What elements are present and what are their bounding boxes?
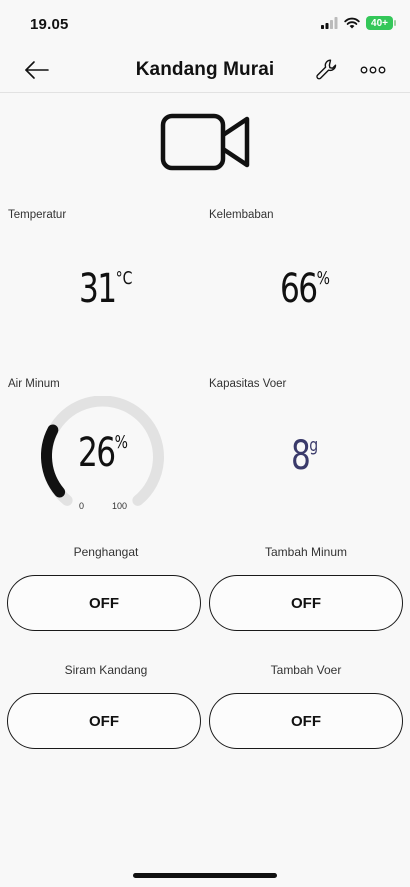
water-unit: % bbox=[114, 432, 128, 453]
gauge-max-label: 100 bbox=[112, 501, 128, 511]
water-value: 26% bbox=[78, 430, 128, 476]
humidity-number: 66 bbox=[280, 266, 318, 312]
control-label-tambah-minum: Tambah Minum bbox=[264, 545, 348, 559]
temperature-number: 31 bbox=[79, 266, 117, 312]
control-label-tambah-voer: Tambah Voer bbox=[270, 663, 342, 677]
control-label-siram-kandang: Siram Kandang bbox=[64, 663, 148, 677]
wifi-icon bbox=[344, 17, 360, 29]
control-label-penghangat: Penghangat bbox=[73, 545, 139, 559]
page-title: Kandang Murai bbox=[135, 59, 275, 80]
gauge-min-label: 0 bbox=[79, 501, 85, 511]
status-time: 19.05 bbox=[30, 16, 69, 33]
humidity-label: Kelembaban bbox=[209, 209, 274, 221]
penghangat-toggle-button[interactable]: OFF bbox=[7, 575, 201, 631]
humidity-unit: % bbox=[316, 268, 330, 289]
more-dots-icon[interactable] bbox=[359, 61, 387, 79]
signal-icon bbox=[321, 17, 338, 29]
home-indicator bbox=[133, 873, 277, 878]
tambah-minum-toggle-button[interactable]: OFF bbox=[209, 575, 403, 631]
battery-icon: 40+ bbox=[366, 16, 396, 30]
water-number: 26 bbox=[78, 430, 116, 476]
temperature-label: Temperatur bbox=[8, 209, 67, 221]
siram-kandang-toggle-button[interactable]: OFF bbox=[7, 693, 201, 749]
humidity-value: 66% bbox=[280, 266, 330, 312]
feed-value: 8g bbox=[291, 433, 318, 479]
feed-number: 8 bbox=[291, 433, 311, 479]
status-icons: 40+ bbox=[321, 16, 396, 30]
feed-label: Kapasitas Voer bbox=[209, 378, 287, 390]
water-label: Air Minum bbox=[8, 378, 60, 390]
app-header: Kandang Murai bbox=[0, 48, 410, 93]
wrench-icon[interactable] bbox=[314, 57, 340, 83]
status-bar: 19.05 40+ bbox=[0, 0, 410, 48]
temperature-value: 31°C bbox=[79, 266, 132, 312]
temperature-unit: °C bbox=[115, 268, 133, 289]
video-camera-icon[interactable] bbox=[160, 112, 252, 172]
tambah-voer-toggle-button[interactable]: OFF bbox=[209, 693, 403, 749]
battery-level: 40+ bbox=[371, 17, 388, 29]
feed-unit: g bbox=[309, 435, 319, 456]
